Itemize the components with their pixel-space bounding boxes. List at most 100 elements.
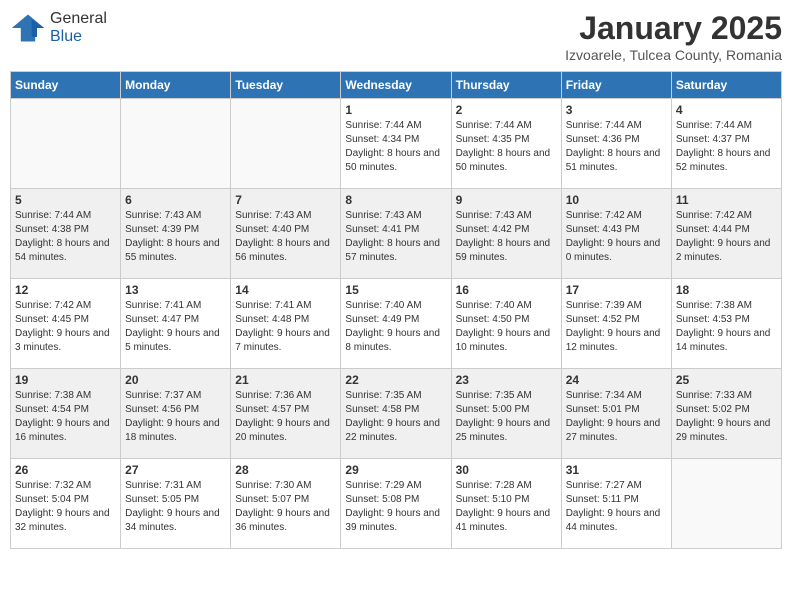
day-number: 20	[125, 373, 226, 387]
day-number: 2	[456, 103, 557, 117]
calendar-cell	[231, 99, 341, 189]
month-title: January 2025	[565, 10, 782, 47]
day-number: 13	[125, 283, 226, 297]
day-number: 27	[125, 463, 226, 477]
calendar-cell: 11 Sunrise: 7:42 AMSunset: 4:44 PMDayligh…	[671, 189, 781, 279]
calendar-cell: 26Sunrise: 7:32 AMSunset: 5:04 PMDayligh…	[11, 459, 121, 549]
calendar-cell: 27 Sunrise: 7:31 AMSunset: 5:05 PMDayligh…	[121, 459, 231, 549]
calendar-cell: 28 Sunrise: 7:30 AMSunset: 5:07 PMDayligh…	[231, 459, 341, 549]
day-number: 6	[125, 193, 226, 207]
calendar-cell: 30 Sunrise: 7:28 AMSunset: 5:10 PMDayligh…	[451, 459, 561, 549]
calendar-week-row: 5 Sunrise: 7:44 AMSunset: 4:38 PMDaylight…	[11, 189, 782, 279]
day-info: Sunrise: 7:35 AMSunset: 5:00 PMDaylight:…	[456, 389, 557, 445]
day-info: Sunrise: 7:44 AMSunset: 4:35 PMDaylight:…	[456, 119, 557, 175]
day-info: Sunrise: 7:40 AMSunset: 4:50 PMDaylight:…	[456, 299, 557, 355]
calendar-cell: 5 Sunrise: 7:44 AMSunset: 4:38 PMDaylight…	[11, 189, 121, 279]
day-info: Sunrise: 7:30 AMSunset: 5:07 PMDaylight:…	[235, 479, 336, 535]
calendar-cell: 7 Sunrise: 7:43 AMSunset: 4:40 PMDaylight…	[231, 189, 341, 279]
day-info: Sunrise: 7:33 AMSunset: 5:02 PMDaylight:…	[676, 389, 777, 445]
calendar-cell: 10 Sunrise: 7:42 AMSunset: 4:43 PMDayligh…	[561, 189, 671, 279]
calendar-cell: 13 Sunrise: 7:41 AMSunset: 4:47 PMDayligh…	[121, 279, 231, 369]
calendar-cell: 1Sunrise: 7:44 AMSunset: 4:34 PMDaylight…	[341, 99, 451, 189]
day-info: Sunrise: 7:42 AMSunset: 4:44 PMDaylight:…	[676, 209, 777, 265]
day-info: Sunrise: 7:29 AMSunset: 5:08 PMDaylight:…	[345, 479, 446, 535]
calendar-cell: 3 Sunrise: 7:44 AMSunset: 4:36 PMDaylight…	[561, 99, 671, 189]
day-info: Sunrise: 7:27 AMSunset: 5:11 PMDaylight:…	[566, 479, 667, 535]
calendar-week-row: 1Sunrise: 7:44 AMSunset: 4:34 PMDaylight…	[11, 99, 782, 189]
day-info: Sunrise: 7:32 AMSunset: 5:04 PMDaylight:…	[15, 479, 116, 535]
day-number: 3	[566, 103, 667, 117]
day-number: 18	[676, 283, 777, 297]
calendar-cell: 24 Sunrise: 7:34 AMSunset: 5:01 PMDayligh…	[561, 369, 671, 459]
weekday-header-thursday: Thursday	[451, 72, 561, 99]
weekday-header-sunday: Sunday	[11, 72, 121, 99]
calendar-cell: 25 Sunrise: 7:33 AMSunset: 5:02 PMDayligh…	[671, 369, 781, 459]
calendar-cell	[671, 459, 781, 549]
day-info: Sunrise: 7:41 AMSunset: 4:47 PMDaylight:…	[125, 299, 226, 355]
day-number: 10	[566, 193, 667, 207]
day-number: 19	[15, 373, 116, 387]
day-number: 28	[235, 463, 336, 477]
day-number: 4	[676, 103, 777, 117]
day-number: 24	[566, 373, 667, 387]
calendar-cell: 9 Sunrise: 7:43 AMSunset: 4:42 PMDaylight…	[451, 189, 561, 279]
calendar-cell: 2 Sunrise: 7:44 AMSunset: 4:35 PMDaylight…	[451, 99, 561, 189]
logo-text: General Blue	[50, 10, 107, 46]
calendar-cell: 16 Sunrise: 7:40 AMSunset: 4:50 PMDayligh…	[451, 279, 561, 369]
calendar-cell	[121, 99, 231, 189]
day-info: Sunrise: 7:43 AMSunset: 4:40 PMDaylight:…	[235, 209, 336, 265]
calendar-cell: 15 Sunrise: 7:40 AMSunset: 4:49 PMDayligh…	[341, 279, 451, 369]
logo: General Blue	[10, 10, 107, 46]
calendar-cell: 14 Sunrise: 7:41 AMSunset: 4:48 PMDayligh…	[231, 279, 341, 369]
calendar-cell	[11, 99, 121, 189]
weekday-header-tuesday: Tuesday	[231, 72, 341, 99]
day-number: 23	[456, 373, 557, 387]
calendar-cell: 4 Sunrise: 7:44 AMSunset: 4:37 PMDaylight…	[671, 99, 781, 189]
day-info: Sunrise: 7:34 AMSunset: 5:01 PMDaylight:…	[566, 389, 667, 445]
day-info: Sunrise: 7:44 AMSunset: 4:38 PMDaylight:…	[15, 209, 116, 265]
day-info: Sunrise: 7:42 AMSunset: 4:43 PMDaylight:…	[566, 209, 667, 265]
title-block: January 2025 Izvoarele, Tulcea County, R…	[565, 10, 782, 63]
day-info: Sunrise: 7:41 AMSunset: 4:48 PMDaylight:…	[235, 299, 336, 355]
calendar-cell: 19Sunrise: 7:38 AMSunset: 4:54 PMDayligh…	[11, 369, 121, 459]
day-info: Sunrise: 7:44 AMSunset: 4:37 PMDaylight:…	[676, 119, 777, 175]
day-info: Sunrise: 7:40 AMSunset: 4:49 PMDaylight:…	[345, 299, 446, 355]
weekday-header-row: SundayMondayTuesdayWednesdayThursdayFrid…	[11, 72, 782, 99]
day-info: Sunrise: 7:43 AMSunset: 4:42 PMDaylight:…	[456, 209, 557, 265]
day-number: 21	[235, 373, 336, 387]
day-number: 25	[676, 373, 777, 387]
weekday-header-friday: Friday	[561, 72, 671, 99]
day-number: 12	[15, 283, 116, 297]
page-header: General Blue January 2025 Izvoarele, Tul…	[10, 10, 782, 63]
day-info: Sunrise: 7:43 AMSunset: 4:41 PMDaylight:…	[345, 209, 446, 265]
day-info: Sunrise: 7:38 AMSunset: 4:53 PMDaylight:…	[676, 299, 777, 355]
day-info: Sunrise: 7:44 AMSunset: 4:36 PMDaylight:…	[566, 119, 667, 175]
day-info: Sunrise: 7:31 AMSunset: 5:05 PMDaylight:…	[125, 479, 226, 535]
day-number: 16	[456, 283, 557, 297]
day-number: 5	[15, 193, 116, 207]
day-number: 7	[235, 193, 336, 207]
day-number: 8	[345, 193, 446, 207]
day-number: 11	[676, 193, 777, 207]
calendar-week-row: 19Sunrise: 7:38 AMSunset: 4:54 PMDayligh…	[11, 369, 782, 459]
calendar-cell: 29 Sunrise: 7:29 AMSunset: 5:08 PMDayligh…	[341, 459, 451, 549]
day-info: Sunrise: 7:36 AMSunset: 4:57 PMDaylight:…	[235, 389, 336, 445]
day-info: Sunrise: 7:35 AMSunset: 4:58 PMDaylight:…	[345, 389, 446, 445]
weekday-header-monday: Monday	[121, 72, 231, 99]
logo-general-text: General	[50, 10, 107, 27]
day-info: Sunrise: 7:28 AMSunset: 5:10 PMDaylight:…	[456, 479, 557, 535]
calendar-cell: 18 Sunrise: 7:38 AMSunset: 4:53 PMDayligh…	[671, 279, 781, 369]
day-number: 1	[345, 103, 446, 117]
day-number: 30	[456, 463, 557, 477]
day-number: 15	[345, 283, 446, 297]
weekday-header-saturday: Saturday	[671, 72, 781, 99]
logo-blue-text: Blue	[50, 28, 82, 45]
calendar-cell: 21 Sunrise: 7:36 AMSunset: 4:57 PMDayligh…	[231, 369, 341, 459]
calendar-table: SundayMondayTuesdayWednesdayThursdayFrid…	[10, 71, 782, 549]
day-number: 14	[235, 283, 336, 297]
day-number: 22	[345, 373, 446, 387]
day-number: 29	[345, 463, 446, 477]
day-info: Sunrise: 7:42 AMSunset: 4:45 PMDaylight:…	[15, 299, 116, 355]
day-number: 9	[456, 193, 557, 207]
day-number: 31	[566, 463, 667, 477]
